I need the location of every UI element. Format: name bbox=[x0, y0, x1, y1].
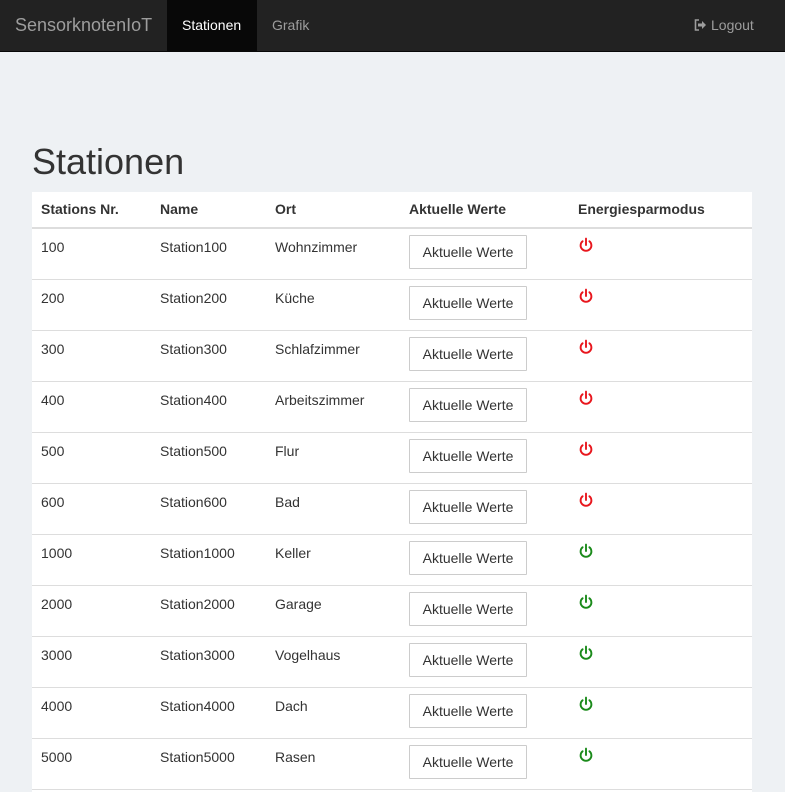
table-header: Stations Nr. Name Ort Aktuelle Werte Ene… bbox=[32, 192, 752, 229]
table-row: 5000 Station5000 Rasen Aktuelle Werte bbox=[32, 739, 752, 790]
station-name: Station100 bbox=[160, 239, 227, 255]
header-stations-nr: Stations Nr. bbox=[41, 201, 119, 217]
station-ort: Dach bbox=[275, 698, 308, 714]
table-row: 2000 Station2000 Garage Aktuelle Werte bbox=[32, 586, 752, 637]
station-ort: Keller bbox=[275, 545, 311, 561]
station-name: Station400 bbox=[160, 392, 227, 408]
station-name: Station500 bbox=[160, 443, 227, 459]
station-name: Station3000 bbox=[160, 647, 235, 663]
logout-icon bbox=[694, 18, 706, 31]
station-ort: Flur bbox=[275, 443, 300, 459]
brand-logo[interactable]: SensorknotenIoT bbox=[15, 0, 152, 51]
nav-tab-stationen[interactable]: Stationen bbox=[167, 0, 257, 51]
station-name: Station600 bbox=[160, 494, 227, 510]
table-row: 200 Station200 Küche Aktuelle Werte bbox=[32, 280, 752, 331]
station-ort: Vogelhaus bbox=[275, 647, 341, 663]
power-icon[interactable] bbox=[578, 390, 594, 406]
station-name: Station2000 bbox=[160, 596, 235, 612]
station-name: Station1000 bbox=[160, 545, 235, 561]
header-name: Name bbox=[160, 201, 199, 217]
aktuelle-werte-button[interactable]: Aktuelle Werte bbox=[409, 439, 527, 473]
power-icon[interactable] bbox=[578, 645, 594, 661]
station-ort: Wohnzimmer bbox=[275, 239, 358, 255]
station-ort: Rasen bbox=[275, 749, 316, 765]
station-name: Station5000 bbox=[160, 749, 235, 765]
power-icon[interactable] bbox=[578, 288, 594, 304]
table-row: 4000 Station4000 Dach Aktuelle Werte bbox=[32, 688, 752, 739]
power-icon[interactable] bbox=[578, 339, 594, 355]
aktuelle-werte-button[interactable]: Aktuelle Werte bbox=[409, 541, 527, 575]
aktuelle-werte-button[interactable]: Aktuelle Werte bbox=[409, 592, 527, 626]
logout-link[interactable]: Logout bbox=[679, 0, 769, 51]
station-nr: 200 bbox=[41, 290, 65, 306]
aktuelle-werte-button[interactable]: Aktuelle Werte bbox=[409, 490, 527, 524]
aktuelle-werte-button[interactable]: Aktuelle Werte bbox=[409, 745, 527, 779]
table-body: 100 Station100 Wohnzimmer Aktuelle Werte 200… bbox=[32, 229, 752, 790]
header-energiesparmodus: Energiesparmodus bbox=[578, 201, 705, 217]
station-ort: Arbeitszimmer bbox=[275, 392, 365, 408]
aktuelle-werte-button[interactable]: Aktuelle Werte bbox=[409, 286, 527, 320]
stations-table: Stations Nr. Name Ort Aktuelle Werte Ene… bbox=[32, 192, 752, 792]
station-ort: Garage bbox=[275, 596, 322, 612]
power-icon[interactable] bbox=[578, 543, 594, 559]
power-icon[interactable] bbox=[578, 492, 594, 508]
station-nr: 300 bbox=[41, 341, 65, 357]
power-icon[interactable] bbox=[578, 441, 594, 457]
station-nr: 600 bbox=[41, 494, 65, 510]
page-title: Stationen bbox=[32, 141, 185, 182]
station-nr: 2000 bbox=[41, 596, 73, 612]
table-row: 1000 Station1000 Keller Aktuelle Werte bbox=[32, 535, 752, 586]
aktuelle-werte-button[interactable]: Aktuelle Werte bbox=[409, 337, 527, 371]
nav-tab-grafik[interactable]: Grafik bbox=[257, 0, 324, 51]
power-icon[interactable] bbox=[578, 696, 594, 712]
aktuelle-werte-button[interactable]: Aktuelle Werte bbox=[409, 643, 527, 677]
table-row: 3000 Station3000 Vogelhaus Aktuelle Werte bbox=[32, 637, 752, 688]
header-ort: Ort bbox=[275, 201, 296, 217]
table-row: 400 Station400 Arbeitszimmer Aktuelle Werte bbox=[32, 382, 752, 433]
power-icon[interactable] bbox=[578, 237, 594, 253]
aktuelle-werte-button[interactable]: Aktuelle Werte bbox=[409, 235, 527, 269]
station-nr: 400 bbox=[41, 392, 65, 408]
power-icon[interactable] bbox=[578, 594, 594, 610]
station-ort: Küche bbox=[275, 290, 315, 306]
table-row: 100 Station100 Wohnzimmer Aktuelle Werte bbox=[32, 229, 752, 280]
station-name: Station200 bbox=[160, 290, 227, 306]
station-nr: 5000 bbox=[41, 749, 73, 765]
logout-label: Logout bbox=[711, 17, 754, 33]
station-ort: Schlafzimmer bbox=[275, 341, 360, 357]
station-name: Station300 bbox=[160, 341, 227, 357]
header-aktuelle-werte: Aktuelle Werte bbox=[409, 201, 506, 217]
power-icon[interactable] bbox=[578, 747, 594, 763]
station-nr: 500 bbox=[41, 443, 65, 459]
station-name: Station4000 bbox=[160, 698, 235, 714]
station-nr: 100 bbox=[41, 239, 65, 255]
station-nr: 3000 bbox=[41, 647, 73, 663]
station-ort: Bad bbox=[275, 494, 300, 510]
table-row: 500 Station500 Flur Aktuelle Werte bbox=[32, 433, 752, 484]
aktuelle-werte-button[interactable]: Aktuelle Werte bbox=[409, 388, 527, 422]
table-row: 300 Station300 Schlafzimmer Aktuelle Werte bbox=[32, 331, 752, 382]
navbar: SensorknotenIoT Stationen Grafik Logout bbox=[0, 0, 785, 52]
table-row: 600 Station600 Bad Aktuelle Werte bbox=[32, 484, 752, 535]
station-nr: 1000 bbox=[41, 545, 73, 561]
aktuelle-werte-button[interactable]: Aktuelle Werte bbox=[409, 694, 527, 728]
station-nr: 4000 bbox=[41, 698, 73, 714]
